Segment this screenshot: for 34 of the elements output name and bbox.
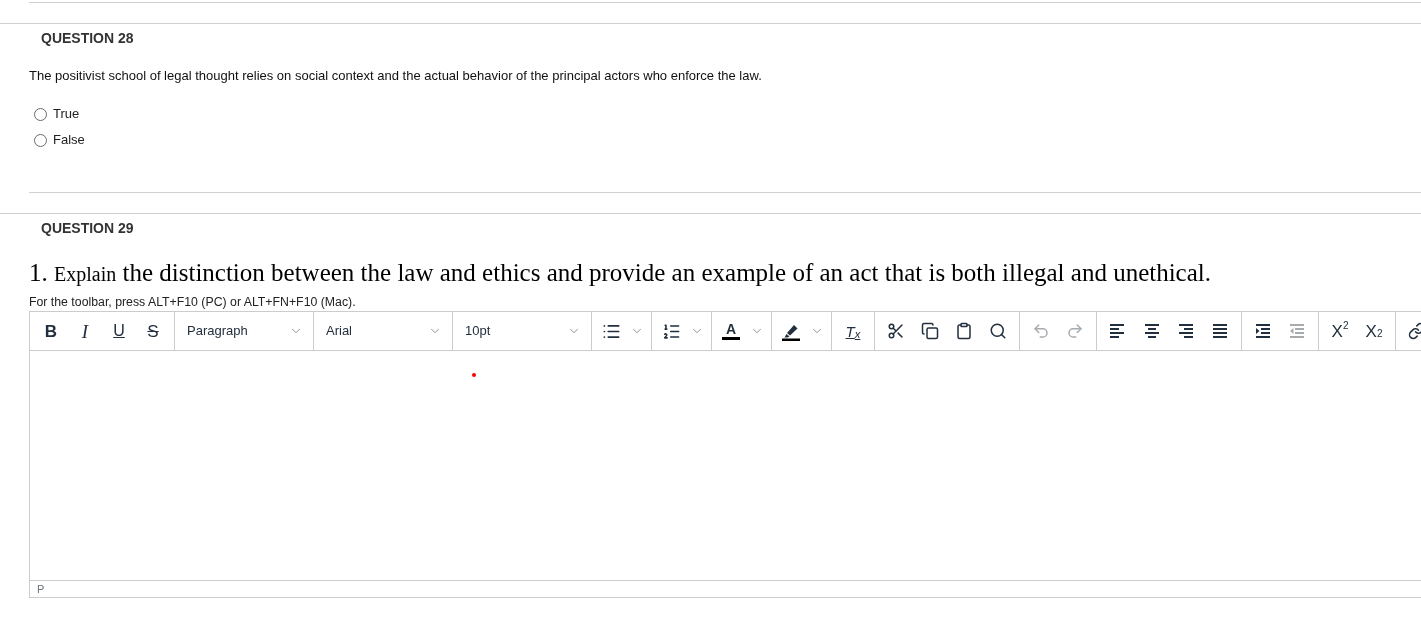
font-family-dropdown[interactable]: Arial: [314, 312, 452, 350]
superscript-button[interactable]: X$^{2}$: [1323, 317, 1357, 345]
align-left-icon: [1110, 324, 1126, 338]
undo-icon: [1032, 322, 1050, 340]
strikethrough-button[interactable]: S: [136, 317, 170, 345]
align-center-icon: [1144, 324, 1160, 338]
element-path[interactable]: P: [37, 582, 45, 596]
question-prompt: 1. Explain the distinction between the law and ethics and provide an example of an act that is both illegal and unethical.: [29, 258, 1212, 288]
scissors-icon: [887, 322, 905, 340]
radio-button[interactable]: [34, 107, 47, 121]
font-size-dropdown[interactable]: 10pt: [453, 312, 591, 350]
italic-button[interactable]: I: [68, 317, 102, 345]
search-icon: [989, 322, 1007, 340]
toolbar-hint: For the toolbar, press ALT+F10 (PC) or ALT+FN+F10 (Mac).: [29, 294, 357, 310]
indent-icon: [1255, 324, 1271, 338]
numbered-list-icon: [661, 321, 681, 341]
outdent-icon: [1289, 324, 1305, 338]
clipboard-icon: [955, 322, 973, 340]
clear-formatting-button[interactable]: T$_{x}$: [836, 317, 870, 345]
question-text: The positivist school of legal thought relies on social context and the actual behavior of the principal actors who enforce the law.: [29, 68, 763, 84]
link-icon: [1408, 322, 1421, 340]
question-heading: QUESTION 29: [41, 219, 135, 237]
redo-icon: [1066, 322, 1084, 340]
option-label: True: [53, 105, 80, 124]
block-format-dropdown[interactable]: Paragraph: [175, 312, 313, 350]
radio-button[interactable]: [34, 133, 47, 147]
align-right-icon: [1178, 324, 1194, 338]
question-heading: QUESTION 28: [41, 29, 135, 47]
bold-button[interactable]: B: [34, 317, 68, 345]
copy-icon: [921, 322, 939, 340]
underline-button[interactable]: U: [102, 317, 136, 345]
option-label: False: [53, 131, 85, 150]
text-color-button[interactable]: A: [716, 317, 767, 345]
justify-icon: [1212, 324, 1228, 338]
